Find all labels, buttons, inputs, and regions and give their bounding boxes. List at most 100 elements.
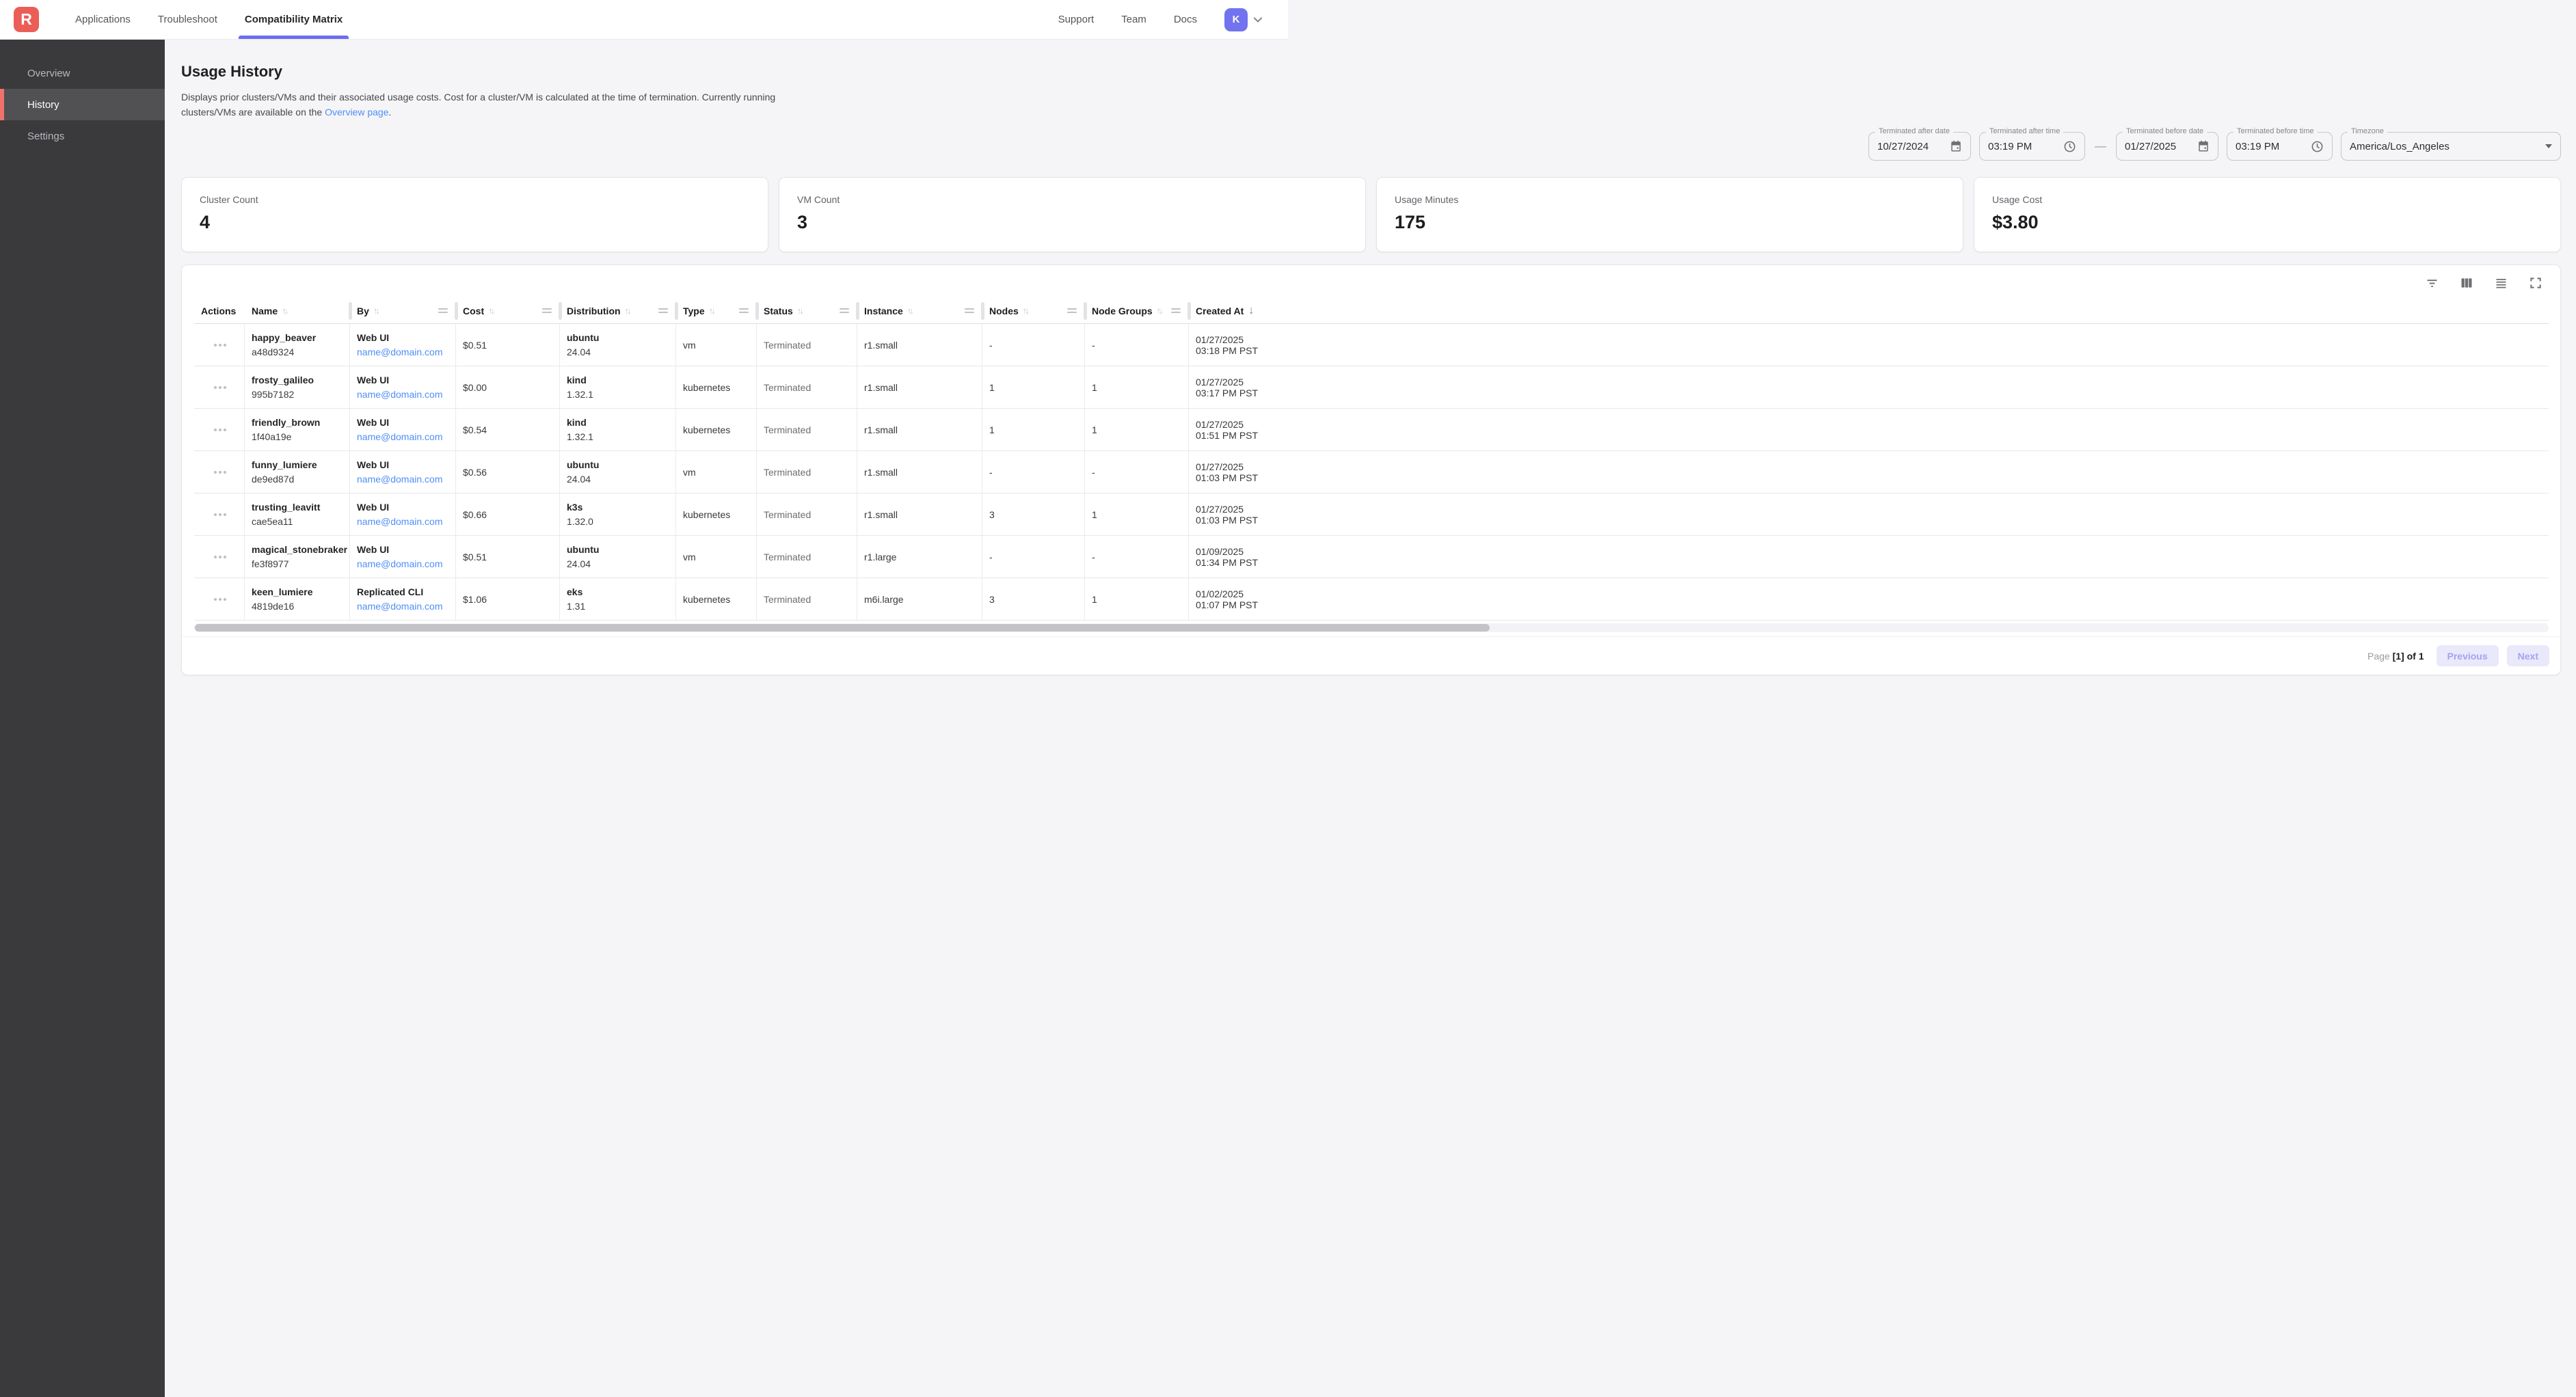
scrollbar-thumb[interactable] xyxy=(195,624,1490,632)
next-page-button[interactable]: Next xyxy=(2507,645,2549,666)
distribution-version: 24.04 xyxy=(567,472,670,487)
type-cell: vm xyxy=(676,451,757,493)
sort-icon[interactable]: ↑↓ xyxy=(625,306,630,316)
column-resize-handle[interactable] xyxy=(542,308,552,313)
column-resize-handle[interactable] xyxy=(1171,308,1181,313)
sort-icon[interactable]: ↑↓ xyxy=(282,306,286,316)
fullscreen-icon[interactable] xyxy=(2529,276,2543,290)
account-menu[interactable]: K xyxy=(1224,8,1263,31)
column-header-created-at[interactable]: Created At↓ xyxy=(1189,298,2549,323)
created-time: 03:17 PM PST xyxy=(1196,388,2543,398)
email-link[interactable]: name@domain.com xyxy=(357,388,450,402)
sort-descending-icon[interactable]: ↓ xyxy=(1248,305,1254,317)
email-link[interactable]: name@domain.com xyxy=(357,599,450,614)
nav-link-docs[interactable]: Docs xyxy=(1174,14,1197,25)
column-resize-handle[interactable] xyxy=(840,308,849,313)
created-date: 01/27/2025 xyxy=(1196,461,2543,472)
column-header-distribution[interactable]: Distribution↑↓ xyxy=(560,298,676,323)
sort-icon[interactable]: ↑↓ xyxy=(1023,306,1028,316)
column-header-status[interactable]: Status↑↓ xyxy=(757,298,857,323)
column-header-cost[interactable]: Cost↑↓ xyxy=(456,298,560,323)
column-resize-handle[interactable] xyxy=(438,308,448,313)
created-time: 01:34 PM PST xyxy=(1196,557,2543,568)
calendar-icon[interactable] xyxy=(2188,140,2210,152)
instance-cell: r1.small xyxy=(857,366,982,408)
column-resize-handle[interactable] xyxy=(965,308,974,313)
filter-icon[interactable] xyxy=(2425,276,2439,290)
terminated-after-date-field[interactable]: Terminated after date 10/27/2024 xyxy=(1868,132,1971,161)
email-link[interactable]: name@domain.com xyxy=(357,472,450,487)
status-cell: Terminated xyxy=(757,451,857,493)
nav-item-troubleshoot[interactable]: Troubleshoot xyxy=(152,0,224,39)
stat-label: Usage Cost xyxy=(1992,194,2543,205)
status-cell: Terminated xyxy=(757,366,857,408)
sort-icon[interactable]: ↑↓ xyxy=(797,306,802,316)
previous-page-button[interactable]: Previous xyxy=(2437,645,2499,666)
terminated-before-date-label: Terminated before date xyxy=(2123,127,2207,135)
nav-link-support[interactable]: Support xyxy=(1058,14,1095,25)
terminated-before-time-field[interactable]: Terminated before time 03:19 PM xyxy=(2227,132,2333,161)
row-actions-button[interactable] xyxy=(210,382,230,393)
avatar[interactable]: K xyxy=(1224,8,1248,31)
sidebar-item-settings[interactable]: Settings xyxy=(0,120,165,152)
email-link[interactable]: name@domain.com xyxy=(357,430,450,444)
horizontal-scrollbar[interactable] xyxy=(194,623,2549,632)
column-header-nodes[interactable]: Nodes↑↓ xyxy=(982,298,1085,323)
clock-icon[interactable] xyxy=(2054,140,2076,153)
column-header-type[interactable]: Type↑↓ xyxy=(676,298,757,323)
distribution-name: eks xyxy=(567,585,670,599)
email-link[interactable]: name@domain.com xyxy=(357,345,450,360)
row-actions-button[interactable] xyxy=(210,594,230,605)
distribution-cell: k3s 1.32.0 xyxy=(560,493,676,535)
column-resize-handle[interactable] xyxy=(739,308,749,313)
name-cell: keen_lumiere 4819de16 xyxy=(245,578,350,620)
terminated-before-date-value: 01/27/2025 xyxy=(2125,141,2176,152)
type-cell: kubernetes xyxy=(676,366,757,408)
sort-icon[interactable]: ↑↓ xyxy=(488,306,493,316)
distribution-version: 1.32.0 xyxy=(567,515,670,529)
nav-link-team[interactable]: Team xyxy=(1121,14,1146,25)
nav-item-compatibility-matrix[interactable]: Compatibility Matrix xyxy=(239,0,349,39)
instance-cell: r1.small xyxy=(857,324,982,366)
created-date: 01/27/2025 xyxy=(1196,334,2543,345)
cluster-name: funny_lumiere xyxy=(252,458,344,472)
row-actions-button[interactable] xyxy=(210,509,230,520)
sort-icon[interactable]: ↑↓ xyxy=(373,306,378,316)
column-header-name[interactable]: Name↑↓ xyxy=(245,298,350,323)
row-actions-button[interactable] xyxy=(210,467,230,478)
terminated-after-time-field[interactable]: Terminated after time 03:19 PM xyxy=(1979,132,2085,161)
timezone-select[interactable]: Timezone America/Los_Angeles xyxy=(2341,132,2561,161)
calendar-icon[interactable] xyxy=(1940,140,1962,152)
email-link[interactable]: name@domain.com xyxy=(357,557,450,571)
created-date: 01/09/2025 xyxy=(1196,546,2543,557)
app-logo[interactable]: R xyxy=(14,7,39,32)
actions-cell xyxy=(194,451,245,493)
sort-icon[interactable]: ↑↓ xyxy=(709,306,714,316)
cost-cell: $1.06 xyxy=(456,578,560,620)
row-actions-button[interactable] xyxy=(210,340,230,351)
sidebar-item-history[interactable]: History xyxy=(0,89,165,120)
row-actions-button[interactable] xyxy=(210,424,230,435)
clock-icon[interactable] xyxy=(2301,140,2324,153)
email-link[interactable]: name@domain.com xyxy=(357,515,450,529)
column-resize-handle[interactable] xyxy=(658,308,668,313)
nav-item-applications[interactable]: Applications xyxy=(69,0,137,39)
sort-icon[interactable]: ↑↓ xyxy=(907,306,912,316)
nodes-cell: - xyxy=(982,536,1085,578)
cluster-name: trusting_leavitt xyxy=(252,500,344,515)
terminated-before-date-field[interactable]: Terminated before date 01/27/2025 xyxy=(2116,132,2218,161)
sidebar-item-overview[interactable]: Overview xyxy=(0,57,165,89)
cluster-id: 995b7182 xyxy=(252,388,344,402)
columns-icon[interactable] xyxy=(2460,276,2473,290)
column-header-by[interactable]: By↑↓ xyxy=(350,298,456,323)
sort-icon[interactable]: ↑↓ xyxy=(1157,306,1162,316)
density-icon[interactable] xyxy=(2494,276,2508,290)
overview-page-link[interactable]: Overview page xyxy=(325,107,388,118)
type-cell: kubernetes xyxy=(676,409,757,450)
dropdown-caret-icon xyxy=(2545,144,2552,148)
column-header-instance[interactable]: Instance↑↓ xyxy=(857,298,982,323)
column-header-node-groups[interactable]: Node Groups↑↓ xyxy=(1085,298,1189,323)
column-resize-handle[interactable] xyxy=(1067,308,1077,313)
row-actions-button[interactable] xyxy=(210,552,230,562)
status-badge: Terminated xyxy=(764,552,851,562)
